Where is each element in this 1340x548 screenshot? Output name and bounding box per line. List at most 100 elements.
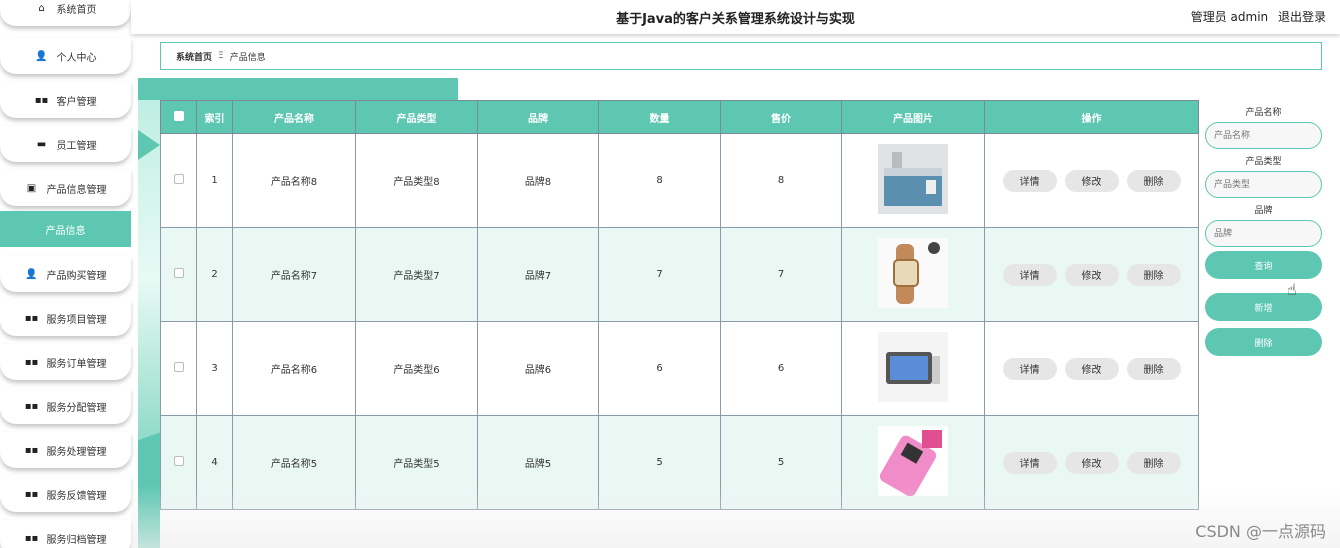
delete-button[interactable]: 删除 — [1126, 263, 1181, 286]
batch-delete-button[interactable]: 删除 — [1205, 328, 1322, 356]
grid-icon: ▪▪ — [34, 94, 49, 106]
cell-index: 2 — [196, 227, 233, 322]
sidebar-item-3[interactable]: ▬ 员工管理 — [0, 126, 131, 162]
cell-index: 3 — [196, 321, 233, 416]
column-header-actions: 操作 — [984, 100, 1199, 134]
product-name-input[interactable] — [1205, 122, 1322, 149]
search-button[interactable]: 查询 — [1205, 251, 1322, 279]
column-header-type: 产品类型 — [355, 100, 478, 134]
delete-button[interactable]: 删除 — [1126, 451, 1181, 474]
detail-button[interactable]: 详情 — [1002, 169, 1057, 192]
product-type-input[interactable] — [1205, 171, 1322, 198]
pointer-cursor-icon: ☝ — [1287, 280, 1297, 299]
decorative-triangle — [138, 130, 160, 160]
cell-image — [841, 227, 985, 322]
row-checkbox[interactable] — [173, 174, 184, 184]
sidebar-item-label: 服务订单管理 — [46, 358, 107, 370]
column-header-quantity: 数量 — [598, 100, 721, 134]
cell-type: 产品类型6 — [355, 321, 478, 416]
cell-actions: 详情 修改 删除 — [984, 415, 1199, 510]
table-row: 1 产品名称8 产品类型8 品牌8 8 8 详情 修改 删除 — [160, 133, 1199, 228]
breadcrumb-separator: Ξ — [218, 51, 224, 61]
cell-type: 产品类型7 — [355, 227, 478, 322]
cell-price: 6 — [720, 321, 842, 416]
select-all-header[interactable] — [160, 100, 197, 134]
cell-brand: 品牌7 — [477, 227, 599, 322]
detail-button[interactable]: 详情 — [1002, 357, 1057, 380]
edit-button[interactable]: 修改 — [1064, 451, 1119, 474]
breadcrumb-current: 产品信息 — [229, 52, 266, 63]
pink-phone-photo — [878, 426, 948, 497]
sidebar-item-label: 服务反馈管理 — [46, 490, 107, 502]
header: 基于Java的客户关系管理系统设计与实现 管理员 admin 退出登录 — [131, 0, 1340, 34]
add-button[interactable]: 新增 — [1205, 293, 1322, 321]
cell-name: 产品名称6 — [232, 321, 356, 416]
cell-actions: 详情 修改 删除 — [984, 227, 1199, 322]
sidebar-item-9[interactable]: ▪▪ 服务分配管理 — [0, 388, 131, 424]
row-checkbox[interactable] — [173, 362, 184, 372]
sidebar-item-label: 服务分配管理 — [46, 402, 107, 414]
sidebar-item-label: 服务归档管理 — [46, 534, 107, 546]
filter-name-label: 产品名称 — [1245, 108, 1282, 118]
row-select-cell[interactable] — [160, 133, 197, 228]
sidebar-item-2[interactable]: ▪▪ 客户管理 — [0, 82, 131, 118]
cell-qty: 6 — [598, 321, 721, 416]
row-checkbox[interactable] — [173, 456, 184, 466]
breadcrumb-home[interactable]: 系统首页 — [176, 50, 212, 63]
sidebar-item-5[interactable]: 产品信息 — [0, 211, 131, 247]
cell-price: 5 — [720, 415, 842, 510]
delete-button[interactable]: 删除 — [1126, 169, 1181, 192]
decorative-corner — [138, 410, 160, 548]
filter-brand-label: 品牌 — [1254, 206, 1273, 216]
filter-type-label: 产品类型 — [1245, 157, 1282, 167]
user-icon: 👤 — [25, 268, 38, 280]
cell-name: 产品名称7 — [232, 227, 356, 322]
cell-price: 7 — [720, 227, 842, 322]
select-all-checkbox[interactable] — [173, 110, 184, 121]
sidebar-item-4[interactable]: ▣ 产品信息管理 — [0, 170, 131, 206]
cell-qty: 8 — [598, 133, 721, 228]
column-header-price: 售价 — [720, 100, 842, 134]
cell-price: 8 — [720, 133, 842, 228]
cell-name: 产品名称5 — [232, 415, 356, 510]
grid-icon: ▪▪ — [24, 488, 39, 500]
detail-button[interactable]: 详情 — [1002, 451, 1057, 474]
sidebar-item-1[interactable]: 👤 个人中心 — [0, 38, 131, 74]
edit-button[interactable]: 修改 — [1064, 263, 1119, 286]
user-label: 管理员 admin — [1190, 10, 1269, 24]
cell-index: 1 — [196, 133, 233, 228]
row-checkbox[interactable] — [173, 268, 184, 278]
row-select-cell[interactable] — [160, 321, 197, 416]
edit-button[interactable]: 修改 — [1064, 169, 1119, 192]
table-header-row: 索引 产品名称 产品类型 品牌 数量 售价 产品图片 操作 — [160, 100, 1199, 134]
user-area: 管理员 admin 退出登录 — [1185, 8, 1326, 25]
sidebar-item-6[interactable]: 👤 产品购买管理 — [0, 256, 131, 292]
grid-icon: ▪▪ — [24, 444, 39, 456]
sidebar-item-11[interactable]: ▪▪ 服务反馈管理 — [0, 476, 131, 512]
row-select-cell[interactable] — [160, 227, 197, 322]
cell-qty: 7 — [598, 227, 721, 322]
row-select-cell[interactable] — [160, 415, 197, 510]
sidebar: ⌂ 系统首页 👤 个人中心 ▪▪ 客户管理 ▬ 员工管理 ▣ 产品信息管理 产品信息 👤 产品购买管理 ▪… — [0, 0, 131, 548]
id-card-icon: ▬ — [36, 138, 47, 150]
logout-link[interactable]: 退出登录 — [1278, 10, 1326, 24]
delete-button[interactable]: 删除 — [1126, 357, 1181, 380]
sidebar-item-label: 产品信息管理 — [46, 184, 107, 196]
sidebar-item-7[interactable]: ▪▪ 服务项目管理 — [0, 300, 131, 336]
edit-button[interactable]: 修改 — [1064, 357, 1119, 380]
sidebar-item-label: 个人中心 — [56, 52, 97, 64]
clipboard-icon: ▣ — [26, 182, 37, 194]
sidebar-item-12[interactable]: ▪▪ 服务归档管理 — [0, 520, 131, 548]
home-icon: ⌂ — [38, 2, 45, 14]
detail-button[interactable]: 详情 — [1002, 263, 1057, 286]
brand-input[interactable] — [1205, 220, 1322, 247]
sidebar-item-label: 产品购买管理 — [46, 270, 107, 282]
cell-brand: 品牌6 — [477, 321, 599, 416]
cell-image — [841, 415, 985, 510]
cell-name: 产品名称8 — [232, 133, 356, 228]
sidebar-item-0[interactable]: ⌂ 系统首页 — [0, 0, 131, 26]
sidebar-item-10[interactable]: ▪▪ 服务处理管理 — [0, 432, 131, 468]
cell-brand: 品牌5 — [477, 415, 599, 510]
cell-type: 产品类型5 — [355, 415, 478, 510]
sidebar-item-8[interactable]: ▪▪ 服务订单管理 — [0, 344, 131, 380]
